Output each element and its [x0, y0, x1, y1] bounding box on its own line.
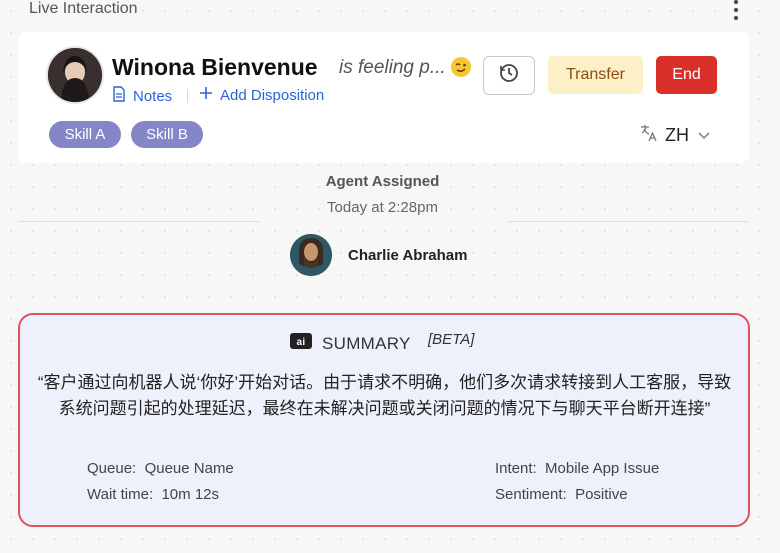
divider: [18, 221, 260, 222]
wait-time-field: Wait time: 10m 12s: [87, 486, 219, 503]
add-disposition-link[interactable]: Add Disposition: [199, 86, 324, 104]
live-interaction-tab[interactable]: Live Interaction: [29, 0, 138, 18]
intent-field: Intent: Mobile App Issue: [495, 460, 659, 477]
translate-icon: [639, 124, 657, 147]
divider: [187, 89, 188, 103]
add-disposition-label: Add Disposition: [220, 86, 325, 104]
queue-label: Queue:: [87, 460, 137, 477]
history-icon: [498, 62, 520, 89]
summary-header: ai SUMMARY: [290, 333, 411, 354]
end-button[interactable]: End: [656, 56, 717, 94]
skill-chip-a[interactable]: Skill A: [49, 121, 121, 148]
sentiment-field: Sentiment: Positive: [495, 486, 628, 503]
notes-label: Notes: [133, 87, 173, 105]
notes-icon: [112, 86, 126, 106]
ai-icon: ai: [290, 333, 312, 354]
chevron-down-icon: [697, 125, 711, 146]
queue-field: Queue: Queue Name: [87, 460, 234, 477]
wink-emoji-icon: [451, 57, 471, 77]
contact-avatar: [48, 48, 102, 102]
intent-value: Mobile App Issue: [545, 460, 660, 477]
skill-chip-b[interactable]: Skill B: [131, 121, 203, 148]
contact-name: Winona Bienvenue: [112, 54, 318, 80]
sentiment-value: Positive: [575, 486, 628, 503]
contact-feeling: is feeling p...: [339, 57, 446, 78]
language-selector[interactable]: ZH: [639, 124, 711, 147]
intent-label: Intent:: [495, 460, 537, 477]
transfer-button[interactable]: Transfer: [548, 56, 643, 94]
summary-title: SUMMARY: [322, 333, 411, 353]
sentiment-label: Sentiment:: [495, 486, 567, 503]
wait-time-label: Wait time:: [87, 486, 154, 503]
summary-text: “客户通过向机器人说‘你好’开始对话。由于请求不明确，他们多次请求转接到人工客服…: [37, 373, 732, 418]
queue-value: Queue Name: [144, 460, 234, 477]
language-label: ZH: [665, 125, 689, 145]
plus-icon: [199, 86, 213, 104]
notes-link[interactable]: Notes: [112, 86, 172, 106]
agent-avatar: [290, 234, 332, 276]
event-title: Agent Assigned: [325, 173, 440, 190]
event-time: Today at 2:28pm: [327, 199, 438, 216]
svg-text:ai: ai: [297, 337, 306, 348]
more-vertical-icon[interactable]: [730, 0, 742, 22]
divider: [507, 221, 749, 222]
beta-badge: [BETA]: [428, 331, 475, 348]
wait-time-value: 10m 12s: [161, 486, 220, 503]
history-button[interactable]: [483, 56, 535, 95]
agent-name: Charlie Abraham: [348, 247, 468, 264]
